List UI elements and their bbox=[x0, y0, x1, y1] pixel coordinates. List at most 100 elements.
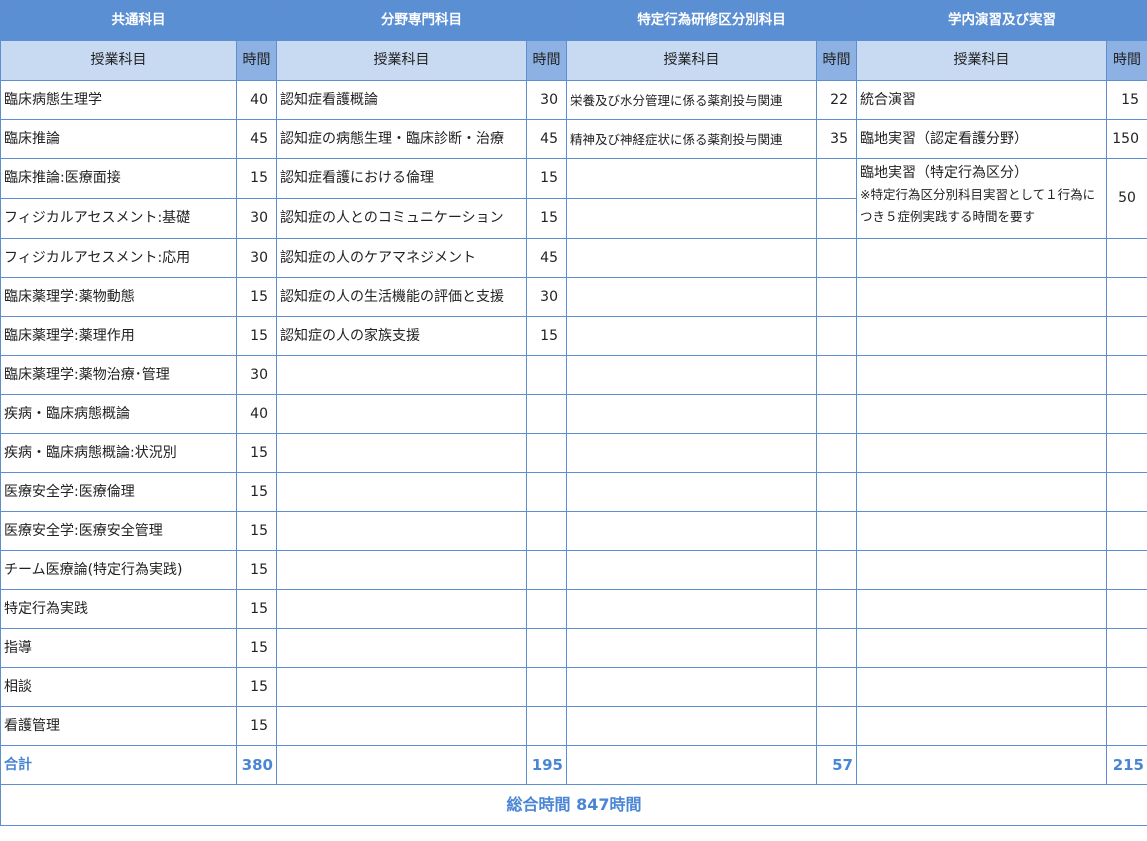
empty-cell bbox=[566, 472, 817, 512]
header-specialty: 分野専門科目 bbox=[276, 0, 567, 41]
header-common: 共通科目 bbox=[0, 0, 277, 41]
empty-cell bbox=[276, 550, 527, 590]
subheader-subject: 授業科目 bbox=[276, 40, 527, 81]
empty-cell bbox=[856, 316, 1107, 356]
common-subject: 看護管理 bbox=[0, 706, 237, 746]
specialty-subject: 認知症看護における倫理 bbox=[276, 158, 527, 199]
empty-cell bbox=[856, 238, 1107, 278]
empty-cell bbox=[276, 355, 527, 395]
subheader-subject: 授業科目 bbox=[0, 40, 237, 81]
empty-cell bbox=[1106, 628, 1147, 668]
common-subject: 臨床推論:医療面接 bbox=[0, 158, 237, 199]
empty-cell bbox=[816, 394, 857, 434]
common-subject: チーム医療論(特定行為実践) bbox=[0, 550, 237, 590]
empty-cell bbox=[566, 238, 817, 278]
empty-cell bbox=[1106, 472, 1147, 512]
curriculum-table: 共通科目 分野専門科目 特定行為研修区分別科目 学内演習及び実習 授業科目 時間… bbox=[0, 0, 1147, 826]
empty-cell bbox=[816, 706, 857, 746]
common-subject: 臨床薬理学:薬物動態 bbox=[0, 277, 237, 317]
specific-hours: 22 bbox=[816, 80, 857, 120]
specialty-subject: 認知症の人の家族支援 bbox=[276, 316, 527, 356]
empty-cell bbox=[856, 433, 1107, 473]
empty-cell bbox=[526, 706, 567, 746]
common-subject: 特定行為実践 bbox=[0, 589, 237, 629]
grand-total-row: 総合時間 847時間 bbox=[0, 784, 1147, 826]
subheader-subject: 授業科目 bbox=[856, 40, 1107, 81]
table-row: 臨床推論 45 認知症の病態生理・臨床診断・治療 45 精神及び神経症状に係る薬… bbox=[0, 119, 1147, 159]
common-subject: フィジカルアセスメント:基礎 bbox=[0, 198, 237, 239]
practice-subject: 統合演習 bbox=[856, 80, 1107, 120]
empty-cell bbox=[566, 511, 817, 551]
empty-cell bbox=[1106, 667, 1147, 707]
empty-cell bbox=[816, 589, 857, 629]
empty-cell bbox=[856, 628, 1107, 668]
common-hours: 40 bbox=[236, 80, 277, 120]
table-row: 看護管理 15 bbox=[0, 706, 1147, 746]
empty-cell bbox=[566, 667, 817, 707]
total-specific: 57 bbox=[816, 745, 857, 785]
empty-cell bbox=[526, 550, 567, 590]
empty-cell bbox=[566, 394, 817, 434]
common-hours: 30 bbox=[236, 198, 277, 239]
specialty-subject: 認知症の病態生理・臨床診断・治療 bbox=[276, 119, 527, 159]
subheader-hours: 時間 bbox=[526, 40, 567, 81]
common-subject: フィジカルアセスメント:応用 bbox=[0, 238, 237, 278]
practice-hours: 50 bbox=[1106, 158, 1147, 239]
empty-cell bbox=[856, 394, 1107, 434]
table-row: 医療安全学:医療安全管理 15 bbox=[0, 511, 1147, 551]
empty-cell bbox=[276, 745, 527, 785]
specific-subject: 精神及び神経症状に係る薬剤投与関連 bbox=[566, 119, 817, 159]
common-hours: 15 bbox=[236, 667, 277, 707]
empty-cell bbox=[856, 589, 1107, 629]
common-subject: 疾病・臨床病態概論 bbox=[0, 394, 237, 434]
total-common: 380 bbox=[236, 745, 277, 785]
common-hours: 15 bbox=[236, 550, 277, 590]
table-row: 臨床病態生理学 40 認知症看護概論 30 栄養及び水分管理に係る薬剤投与関連 … bbox=[0, 80, 1147, 120]
practice-subject: 臨地実習（認定看護分野） bbox=[856, 119, 1107, 159]
table-row: 特定行為実践 15 bbox=[0, 589, 1147, 629]
empty-cell bbox=[526, 667, 567, 707]
common-hours: 40 bbox=[236, 394, 277, 434]
table-row: チーム医療論(特定行為実践) 15 bbox=[0, 550, 1147, 590]
empty-cell bbox=[1106, 316, 1147, 356]
common-subject: 疾病・臨床病態概論:状況別 bbox=[0, 433, 237, 473]
empty-cell bbox=[526, 628, 567, 668]
empty-cell bbox=[856, 355, 1107, 395]
common-subject: 医療安全学:医療倫理 bbox=[0, 472, 237, 512]
empty-cell bbox=[276, 706, 527, 746]
empty-cell bbox=[856, 511, 1107, 551]
totals-row: 合計 380 195 57 215 bbox=[0, 745, 1147, 785]
table-row: 医療安全学:医療倫理 15 bbox=[0, 472, 1147, 512]
empty-cell bbox=[816, 316, 857, 356]
table-row: 相談 15 bbox=[0, 667, 1147, 707]
specialty-subject: 認知症看護概論 bbox=[276, 80, 527, 120]
table-row: 臨床薬理学:薬物動態 15 認知症の人の生活機能の評価と支援 30 bbox=[0, 277, 1147, 317]
table-row: 指導 15 bbox=[0, 628, 1147, 668]
common-hours: 15 bbox=[236, 706, 277, 746]
common-hours: 15 bbox=[236, 472, 277, 512]
common-subject: 臨床薬理学:薬理作用 bbox=[0, 316, 237, 356]
common-hours: 15 bbox=[236, 277, 277, 317]
practice-hours: 15 bbox=[1106, 80, 1147, 120]
empty-cell bbox=[276, 433, 527, 473]
common-subject: 臨床病態生理学 bbox=[0, 80, 237, 120]
grand-total: 総合時間 847時間 bbox=[0, 784, 1147, 826]
empty-cell bbox=[566, 433, 817, 473]
common-hours: 15 bbox=[236, 589, 277, 629]
empty-cell bbox=[816, 277, 857, 317]
common-hours: 15 bbox=[236, 628, 277, 668]
empty-cell bbox=[276, 511, 527, 551]
total-specialty: 195 bbox=[526, 745, 567, 785]
subheader-hours: 時間 bbox=[1106, 40, 1147, 81]
header-practice: 学内演習及び実習 bbox=[856, 0, 1147, 41]
empty-cell bbox=[856, 667, 1107, 707]
empty-cell bbox=[526, 433, 567, 473]
empty-cell bbox=[526, 394, 567, 434]
table-row: 疾病・臨床病態概論:状況別 15 bbox=[0, 433, 1147, 473]
empty-cell bbox=[816, 355, 857, 395]
common-subject: 相談 bbox=[0, 667, 237, 707]
empty-cell bbox=[816, 550, 857, 590]
empty-cell bbox=[1106, 550, 1147, 590]
common-hours: 15 bbox=[236, 433, 277, 473]
total-practice: 215 bbox=[1106, 745, 1147, 785]
